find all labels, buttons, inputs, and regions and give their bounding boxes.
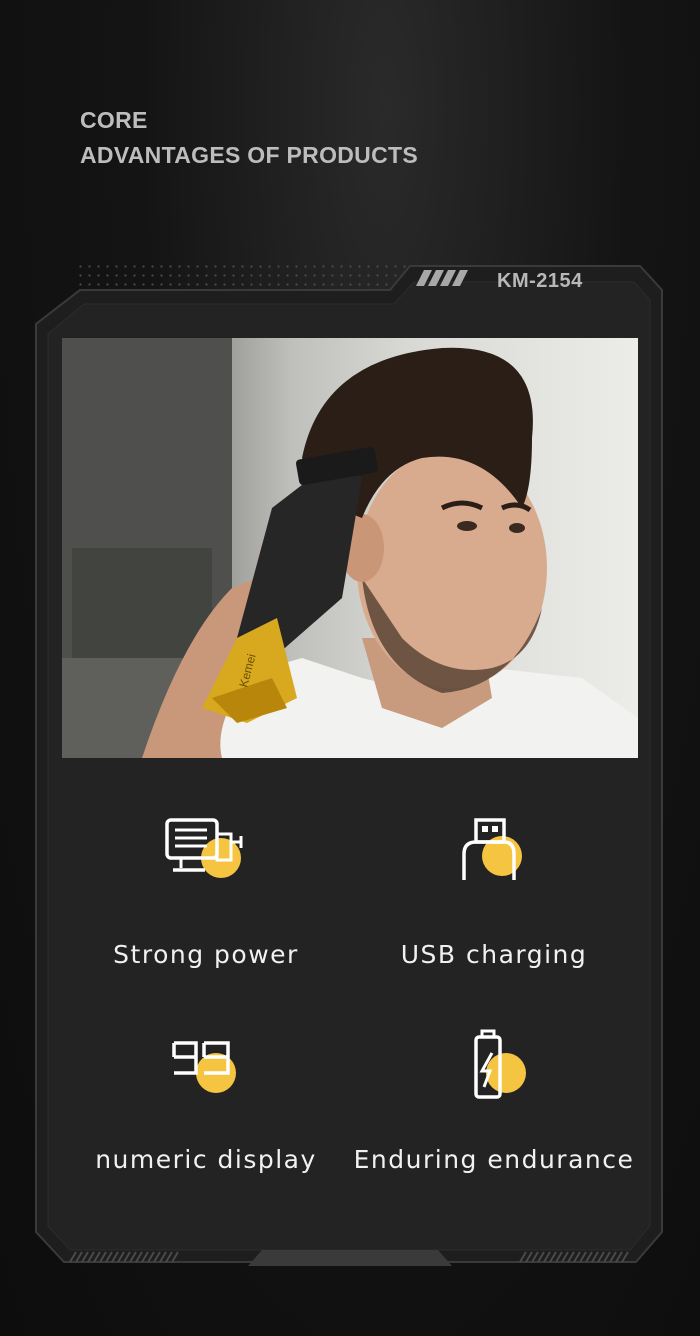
bottom-tab bbox=[248, 1250, 452, 1266]
man-with-clipper-illustration: Kemei bbox=[62, 338, 638, 758]
feature-label: Strong power bbox=[113, 940, 299, 969]
product-photo: Kemei bbox=[62, 338, 638, 758]
page: CORE ADVANTAGES OF PRODUCTS KM-2154 Keme… bbox=[0, 0, 700, 1336]
feature-label: USB charging bbox=[400, 940, 588, 969]
digital-99-display-icon bbox=[172, 1041, 236, 1093]
feature-item-numeric-display: numeric display bbox=[62, 995, 350, 1175]
feature-item-strong-power: Strong power bbox=[62, 790, 350, 970]
motor-power-icon bbox=[165, 818, 243, 878]
model-number: KM-2154 bbox=[497, 270, 583, 292]
feature-item-enduring-endurance: Enduring endurance bbox=[350, 995, 638, 1175]
feature-item-usb-charging: USB charging bbox=[350, 790, 638, 970]
battery-charge-icon bbox=[474, 1029, 526, 1099]
usb-plug-icon bbox=[462, 818, 522, 880]
feature-label: numeric display bbox=[95, 1145, 317, 1174]
feature-label: Enduring endurance bbox=[353, 1145, 635, 1174]
